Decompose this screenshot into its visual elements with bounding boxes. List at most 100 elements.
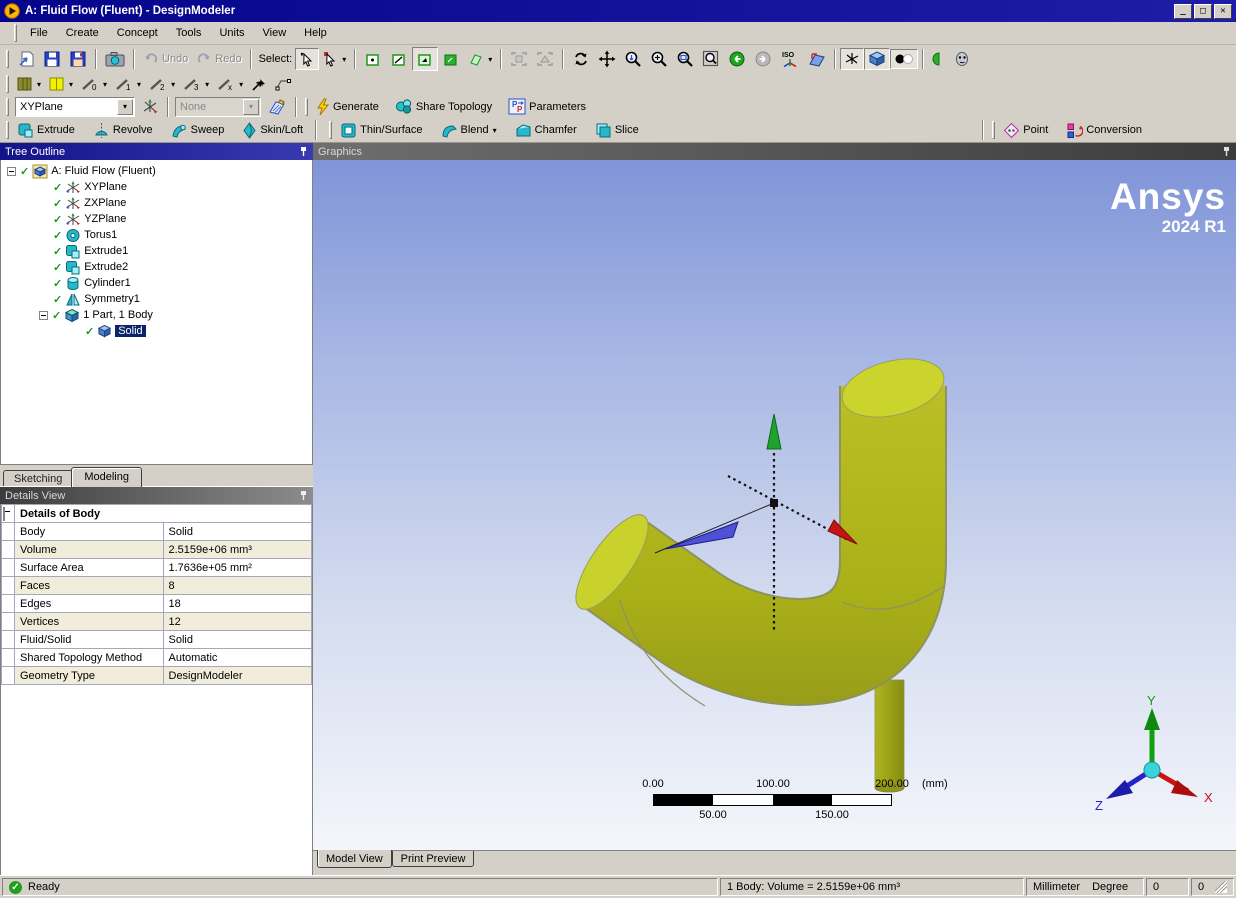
sweep-button[interactable]: Sweep — [167, 119, 229, 142]
look-at-face-button[interactable] — [804, 47, 830, 71]
display-model-toggle[interactable] — [864, 48, 890, 70]
conversion-button[interactable]: Conversion — [1062, 119, 1146, 142]
collapse-toggle[interactable] — [39, 311, 48, 320]
skin-loft-button[interactable]: Skin/Loft — [238, 119, 307, 142]
box-zoom-button[interactable] — [672, 47, 698, 71]
previous-view-button[interactable] — [724, 47, 750, 71]
tree-item-root[interactable]: ✓ A: Fluid Flow (Fluent) — [1, 163, 312, 179]
new-plane-button[interactable] — [137, 95, 163, 118]
pin-icon[interactable] — [1222, 146, 1231, 157]
tree-item-torus1[interactable]: ✓ Torus1 — [1, 227, 312, 243]
display-vertices-button[interactable] — [271, 74, 295, 95]
combo-dropdown-button[interactable]: ▾ — [117, 99, 133, 115]
details-row[interactable]: Volume2.5159e+06 mm³ — [2, 541, 312, 559]
tree-item-extrude1[interactable]: ✓ Extrude1 — [1, 243, 312, 259]
view-triad[interactable]: Y Z X — [1095, 693, 1213, 813]
tree-item-yzplane[interactable]: ✓ YZPlane — [1, 211, 312, 227]
details-group-row[interactable]: Details of Body — [2, 505, 312, 523]
details-row[interactable]: Geometry TypeDesignModeler — [2, 667, 312, 685]
redo-button[interactable]: Redo — [192, 48, 245, 70]
edge-direction-1-button[interactable]: 1 ▾ — [111, 74, 145, 95]
tab-sketching[interactable]: Sketching — [3, 470, 73, 487]
menu-create[interactable]: Create — [57, 24, 108, 42]
new-geometry-button[interactable] — [13, 47, 39, 71]
extrude-button[interactable]: Extrude — [13, 119, 79, 142]
rotate-view-button[interactable] — [568, 47, 594, 71]
display-triad-toggle[interactable] — [840, 48, 864, 70]
select-filter-edge-button[interactable] — [386, 47, 412, 71]
status-units-cell[interactable]: Millimeter Degree — [1026, 878, 1144, 896]
isometric-view-button[interactable]: ISO — [776, 47, 804, 71]
tree-item-solid[interactable]: ✓ Solid — [1, 323, 312, 339]
tree-item-cylinder1[interactable]: ✓ Cylinder1 — [1, 275, 312, 291]
details-row[interactable]: Vertices12 — [2, 613, 312, 631]
pan-view-button[interactable] — [594, 47, 620, 71]
zoom-to-fit-button[interactable] — [698, 47, 724, 71]
combo-dropdown-button[interactable]: ▾ — [243, 99, 259, 115]
blend-button[interactable]: Blend ▾ — [437, 120, 501, 141]
tree-item-part[interactable]: ✓ 1 Part, 1 Body — [1, 307, 312, 323]
pipe-model-canvas[interactable]: Y Z X — [313, 160, 1236, 850]
menu-view[interactable]: View — [254, 24, 296, 42]
select-mode-box-button[interactable]: ▾ — [319, 48, 350, 70]
toolbar-grip[interactable] — [6, 98, 9, 116]
details-row[interactable]: Faces8 — [2, 577, 312, 595]
menu-tools[interactable]: Tools — [167, 24, 211, 42]
pipe-outlet-stub[interactable] — [875, 680, 904, 792]
details-row[interactable]: Shared Topology MethodAutomatic — [2, 649, 312, 667]
toolbar-grip[interactable] — [992, 121, 995, 139]
extend-selection-button[interactable] — [506, 48, 532, 70]
tree-item-extrude2[interactable]: ✓ Extrude2 — [1, 259, 312, 275]
share-topology-button[interactable]: Share Topology — [391, 95, 496, 118]
image-capture-button[interactable] — [101, 47, 129, 71]
menu-units[interactable]: Units — [210, 24, 253, 42]
tab-modeling[interactable]: Modeling — [71, 467, 142, 487]
display-points-toggle[interactable] — [890, 49, 918, 69]
next-view-button[interactable] — [750, 47, 776, 71]
thin-surface-button[interactable]: Thin/Surface — [336, 119, 426, 142]
tree-item-xyplane[interactable]: ✓ XYPlane — [1, 179, 312, 195]
details-row[interactable]: Edges18 — [2, 595, 312, 613]
select-filter-body-button[interactable] — [438, 47, 464, 71]
slice-button[interactable]: Slice — [591, 119, 643, 142]
pin-icon[interactable] — [299, 146, 308, 157]
tab-print-preview[interactable]: Print Preview — [392, 851, 475, 867]
save-project-button[interactable] — [65, 47, 91, 71]
zoom-button[interactable] — [620, 47, 646, 71]
edge-joints-button[interactable] — [247, 74, 271, 95]
tree-item-zxplane[interactable]: ✓ ZXPlane — [1, 195, 312, 211]
face-display-button[interactable]: ▾ — [13, 74, 45, 95]
toolbar-grip[interactable] — [6, 75, 9, 93]
toolbar-grip[interactable] — [14, 24, 17, 42]
select-adjacent-button[interactable]: ▾ — [464, 48, 496, 70]
details-row[interactable]: BodySolid — [2, 523, 312, 541]
extend-adjacent-button[interactable] — [532, 48, 558, 70]
toolbar-grip[interactable] — [6, 121, 9, 139]
model-viewport[interactable]: Y Z X Ansys 2024 R1 0.00 100.00 200.00 (… — [313, 160, 1236, 850]
select-mode-single-button[interactable] — [295, 48, 319, 70]
edge-direction-x-button[interactable]: x ▾ — [213, 74, 247, 95]
face-view-button[interactable] — [950, 48, 974, 70]
edge-direction-3-button[interactable]: 3 ▾ — [179, 74, 213, 95]
details-row[interactable]: Fluid/SolidSolid — [2, 631, 312, 649]
menu-concept[interactable]: Concept — [108, 24, 167, 42]
maximize-button[interactable]: □ — [1194, 4, 1212, 19]
edge-direction-0-button[interactable]: 0 ▾ — [77, 74, 111, 95]
pin-icon[interactable] — [299, 490, 308, 501]
menu-file[interactable]: File — [21, 24, 57, 42]
toolbar-grip[interactable] — [6, 50, 9, 68]
menu-help[interactable]: Help — [295, 24, 336, 42]
minimize-button[interactable]: _ — [1174, 4, 1192, 19]
zoom-in-out-button[interactable] — [646, 47, 672, 71]
save-button[interactable] — [39, 47, 65, 71]
collapse-toggle[interactable] — [7, 167, 16, 176]
toolbar-grip[interactable] — [305, 98, 308, 116]
details-row[interactable]: Surface Area1.7636e+05 mm² — [2, 559, 312, 577]
active-sketch-combobox[interactable]: None ▾ — [175, 97, 261, 117]
undo-button[interactable]: Undo — [139, 48, 192, 70]
new-sketch-button[interactable] — [263, 95, 291, 119]
parameters-button[interactable]: P P Parameters — [504, 95, 590, 118]
select-filter-vertex-button[interactable] — [360, 47, 386, 71]
collapse-toggle[interactable] — [3, 507, 5, 521]
select-filter-face-button[interactable] — [412, 47, 438, 71]
